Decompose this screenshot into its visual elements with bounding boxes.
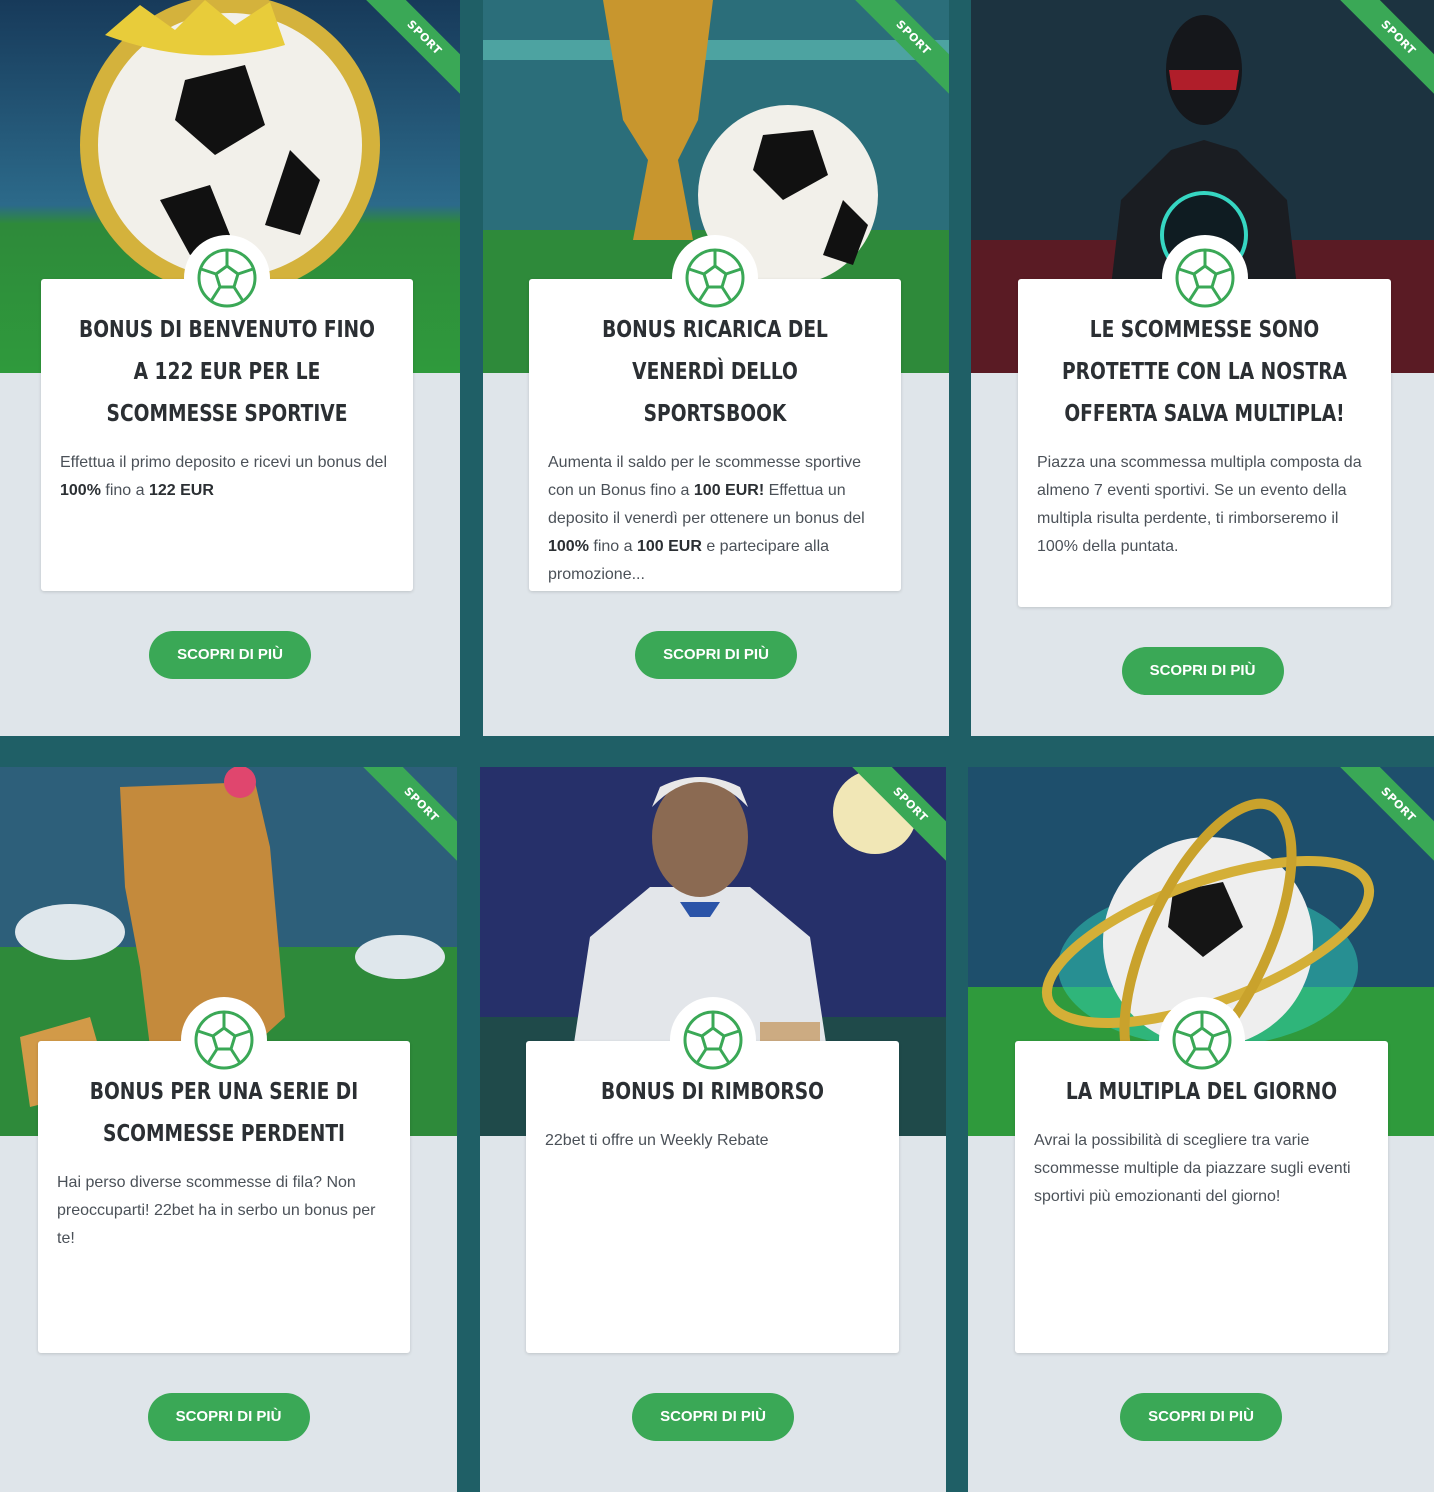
promo-info-box: LA MULTIPLA DEL GIORNO Avrai la possibil… — [1015, 997, 1388, 1353]
promo-info-box: BONUS PER UNA SERIE DI SCOMMESSE PERDENT… — [38, 997, 410, 1353]
learn-more-button[interactable]: SCOPRI DI PIÙ — [149, 631, 311, 679]
promo-description: 22bet ti offre un Weekly Rebate — [545, 1132, 769, 1149]
promo-description: Piazza una scommessa multipla composta d… — [1037, 454, 1362, 555]
promo-card-welcome: SPORT BONUS DI BENVENUTO FINO A 122 EUR … — [0, 0, 460, 736]
soccer-ball-icon — [1175, 248, 1234, 308]
soccer-ball-icon — [197, 248, 257, 308]
promo-description: Hai perso diverse scommesse di fila? Non… — [57, 1174, 376, 1247]
sport-ribbon-label: SPORT — [354, 767, 457, 872]
sport-ribbon: SPORT — [1324, 767, 1434, 877]
promo-card-friday: SPORT BONUS RICARICA DEL VENERDÌ DELLO S… — [483, 0, 949, 736]
promo-info-box: LE SCOMMESSE SONO PROTETTE CON LA NOSTRA… — [1018, 235, 1391, 607]
sport-ribbon: SPORT — [839, 0, 949, 110]
sport-ribbon-label: SPORT — [846, 0, 949, 105]
learn-more-button[interactable]: SCOPRI DI PIÙ — [1120, 1393, 1282, 1441]
sport-ribbon-label: SPORT — [1331, 0, 1434, 105]
soccer-ball-icon — [194, 1010, 254, 1070]
soccer-ball-icon — [1172, 1010, 1231, 1070]
promo-title: BONUS RICARICA DEL VENERDÌ DELLO SPORTSB… — [602, 317, 828, 427]
promo-card-losing-streak: SPORT BONUS PER UNA SERIE DI SCOMMESSE P… — [0, 767, 457, 1492]
promo-title: LE SCOMMESSE SONO PROTETTE CON LA NOSTRA… — [1062, 317, 1347, 427]
promo-card-rebate: SPORT BONUS DI RIMBORSO 22bet ti offre u… — [480, 767, 946, 1492]
sport-ribbon: SPORT — [350, 0, 460, 110]
promo-info-box: BONUS DI BENVENUTO FINO A 122 EUR PER LE… — [41, 235, 413, 591]
sport-ribbon: SPORT — [347, 767, 457, 877]
sport-ribbon: SPORT — [836, 767, 946, 877]
promo-description: Aumenta il saldo per le scommesse sporti… — [548, 454, 865, 583]
promo-info-box: BONUS RICARICA DEL VENERDÌ DELLO SPORTSB… — [529, 235, 901, 591]
learn-more-button[interactable]: SCOPRI DI PIÙ — [147, 1393, 310, 1441]
promo-card-daily-multiple: SPORT LA MULTIPLA DEL GIORNO Avrai la po… — [968, 767, 1434, 1492]
promo-title: BONUS PER UNA SERIE DI SCOMMESSE PERDENT… — [89, 1079, 359, 1147]
promo-card-multiple-insurance: SPORT LE SCOMMESSE SONO PROTETTE CON LA … — [971, 0, 1434, 736]
learn-more-button[interactable]: SCOPRI DI PIÙ — [1121, 647, 1284, 695]
soccer-ball-icon — [683, 1010, 742, 1070]
promo-description: Avrai la possibilità di scegliere tra va… — [1034, 1132, 1351, 1205]
promo-title: BONUS DI RIMBORSO — [601, 1079, 824, 1105]
learn-more-button[interactable]: SCOPRI DI PIÙ — [635, 631, 797, 679]
sport-ribbon: SPORT — [1324, 0, 1434, 110]
sport-ribbon-label: SPORT — [1331, 767, 1434, 872]
promo-title: BONUS DI BENVENUTO FINO A 122 EUR PER LE… — [79, 317, 375, 427]
promo-title: LA MULTIPLA DEL GIORNO — [1065, 1079, 1338, 1105]
promo-description: Effettua il primo deposito e ricevi un b… — [60, 454, 388, 499]
sport-ribbon-label: SPORT — [843, 767, 946, 872]
learn-more-button[interactable]: SCOPRI DI PIÙ — [632, 1393, 794, 1441]
promo-info-box: BONUS DI RIMBORSO 22bet ti offre un Week… — [526, 997, 899, 1353]
soccer-ball-icon — [685, 248, 745, 308]
sport-ribbon-label: SPORT — [357, 0, 460, 105]
